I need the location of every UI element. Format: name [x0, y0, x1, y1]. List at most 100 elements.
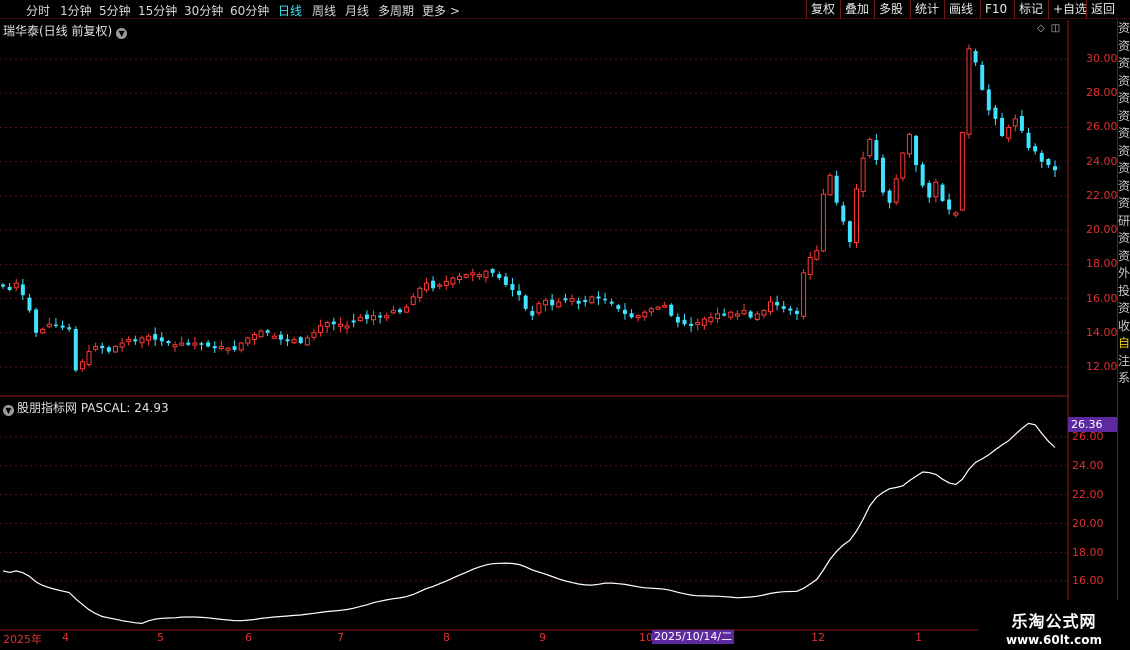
chevron-down-icon[interactable]: ▼	[3, 405, 14, 416]
cursor-date-label: 2025/10/14/二	[652, 630, 735, 644]
date-label: 12	[811, 631, 825, 644]
period-tab-15min[interactable]: 15分钟	[138, 2, 177, 19]
candle	[722, 308, 727, 317]
candle	[384, 312, 390, 322]
candle	[530, 305, 535, 321]
side-strip-glyph: 研	[1118, 213, 1130, 228]
candle	[807, 251, 813, 280]
date-label: 10	[639, 631, 653, 644]
candle	[1006, 124, 1012, 143]
candle	[212, 341, 217, 353]
chart-canvas[interactable]	[0, 0, 1130, 650]
candle	[788, 306, 793, 316]
overlay-button[interactable]: 叠加	[840, 0, 869, 19]
multi-stock-button[interactable]: 多股	[874, 0, 903, 19]
candle	[973, 48, 978, 67]
candle	[218, 340, 224, 351]
candle	[79, 358, 85, 372]
period-tab-1min[interactable]: 1分钟	[60, 2, 92, 19]
period-tab-multi[interactable]: 多周期	[378, 2, 414, 19]
candle	[576, 297, 581, 310]
candle	[775, 295, 780, 311]
candle	[476, 272, 482, 280]
candle	[754, 311, 760, 322]
side-strip-glyph: 资	[1118, 161, 1130, 175]
period-tab-fenshi[interactable]: 分时	[26, 2, 50, 19]
statistics-button[interactable]: 统计	[910, 0, 939, 19]
candle	[225, 347, 231, 355]
candle	[927, 180, 932, 203]
candle	[67, 323, 72, 332]
candle	[893, 174, 899, 206]
side-strip-glyph: 资	[1118, 178, 1130, 193]
side-strip-glyph: 自	[1118, 336, 1130, 350]
candle	[60, 320, 65, 331]
indicator-tick: 16.00	[1072, 574, 1104, 587]
candle	[245, 336, 251, 347]
side-info-strip[interactable]: 资资资资资资资资资资资研资资外投资收自注系	[1117, 20, 1130, 630]
adjust-button[interactable]: 复权	[806, 0, 835, 19]
period-tab-daily[interactable]: 日线	[278, 2, 302, 19]
candle	[900, 151, 906, 182]
side-strip-glyph: 资	[1118, 38, 1130, 53]
candle	[172, 341, 178, 352]
date-label: 6	[245, 631, 252, 644]
chart-title[interactable]: 瑞华泰(日线 前复权) ▼	[3, 22, 128, 39]
watermark-url: www.60lt.com	[1005, 633, 1103, 647]
candle	[20, 278, 25, 300]
candle	[497, 271, 502, 281]
side-strip-glyph: 投	[1118, 283, 1130, 298]
candle	[682, 313, 687, 327]
candle	[887, 188, 892, 209]
candle	[906, 132, 912, 158]
candle	[993, 104, 998, 126]
candle	[635, 313, 641, 322]
candle	[841, 201, 846, 226]
chevron-down-icon[interactable]: ▼	[116, 28, 128, 39]
back-button[interactable]: 返回	[1086, 0, 1115, 19]
diamond-icon[interactable]: ◇	[1037, 23, 1045, 34]
candle	[1, 282, 5, 289]
candle	[1053, 160, 1057, 177]
candle	[980, 61, 985, 91]
indicator-title[interactable]: ▼ 股朋指标网 PASCAL: 24.93	[3, 399, 169, 416]
panel-toggle-icon[interactable]: ◫	[1051, 23, 1060, 34]
period-tab-60min[interactable]: 60分钟	[230, 2, 269, 19]
date-label: 2025年	[3, 633, 42, 646]
candle	[1033, 143, 1038, 155]
period-tab-more[interactable]: 更多 >	[422, 2, 460, 19]
price-tick: 26.00	[1086, 120, 1118, 133]
draw-line-button[interactable]: 画线	[944, 0, 973, 19]
candle	[371, 310, 377, 326]
candle	[450, 276, 456, 288]
candle	[423, 277, 429, 293]
candle	[192, 336, 198, 350]
candle	[689, 317, 694, 332]
f10-button[interactable]: F10	[980, 0, 1007, 19]
period-tab-weekly[interactable]: 周线	[312, 2, 336, 19]
side-strip-glyph: 资	[1118, 91, 1130, 105]
candle	[490, 268, 495, 277]
candle	[417, 286, 423, 303]
price-tick: 22.00	[1086, 189, 1118, 202]
side-strip-glyph: 资	[1118, 56, 1130, 70]
candle	[291, 336, 297, 345]
candle	[953, 211, 959, 218]
candle	[146, 333, 152, 346]
candle	[1012, 114, 1018, 132]
period-tab-monthly[interactable]: 月线	[345, 2, 369, 19]
add-watchlist-button[interactable]: +自选	[1048, 0, 1087, 19]
candle	[616, 304, 621, 312]
candle	[655, 305, 661, 311]
period-tab-5min[interactable]: 5分钟	[99, 2, 131, 19]
candle	[318, 319, 324, 337]
candle	[378, 312, 383, 324]
candle	[867, 137, 873, 159]
side-strip-glyph: 资	[1118, 108, 1130, 123]
period-tab-30min[interactable]: 30分钟	[184, 2, 223, 19]
price-tick: 24.00	[1086, 155, 1118, 168]
date-label: 5	[157, 631, 164, 644]
indicator-tick: 22.00	[1072, 488, 1104, 501]
mark-button[interactable]: 标记	[1014, 0, 1043, 19]
candle	[431, 276, 436, 292]
